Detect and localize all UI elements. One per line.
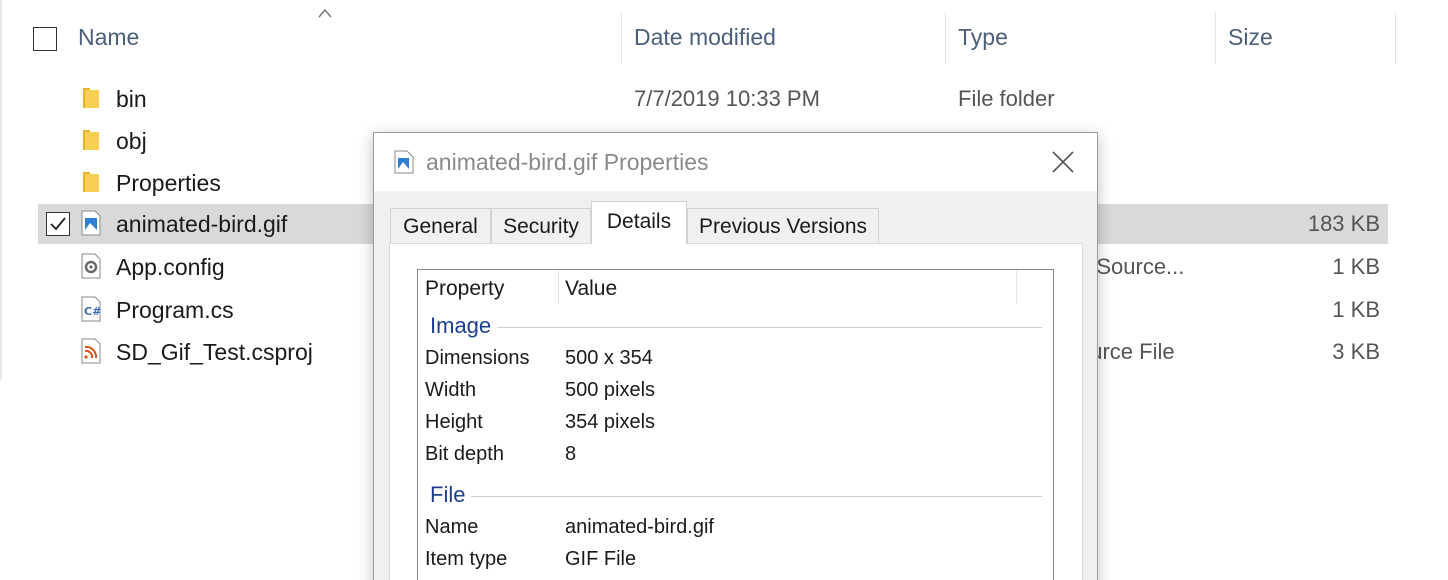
column-header-type[interactable]: Type [958, 24, 1008, 51]
properties-list[interactable]: Property Value Image Dimensions 500 x 35… [417, 269, 1054, 580]
column-divider[interactable] [621, 12, 622, 64]
property-row[interactable]: Dimensions 500 x 354 [418, 345, 1053, 375]
tab-details[interactable]: Details [591, 201, 687, 244]
checkmark-icon [50, 217, 66, 231]
file-name: bin [116, 86, 147, 112]
image-file-icon [81, 210, 101, 236]
file-name: Properties [116, 170, 221, 196]
file-name: Program.cs [116, 297, 234, 323]
svg-text:C#: C# [84, 305, 101, 318]
property-value: 500 pixels [565, 379, 656, 401]
group-divider [430, 496, 1042, 497]
file-row[interactable]: bin 7/7/2019 10:33 PM File folder [38, 79, 1388, 119]
column-divider[interactable] [558, 270, 559, 304]
column-header-size[interactable]: Size [1228, 24, 1273, 51]
image-file-icon [394, 150, 414, 174]
column-header-date-modified[interactable]: Date modified [634, 24, 776, 51]
pane-divider [0, 0, 2, 380]
property-row[interactable]: Height 354 pixels [418, 409, 1053, 439]
property-name: Item type [425, 548, 508, 570]
list-header: Property Value [418, 270, 1053, 306]
folder-icon [83, 88, 99, 108]
close-icon [1052, 151, 1074, 173]
group-divider [430, 327, 1042, 328]
sort-ascending-icon [318, 8, 332, 18]
close-button[interactable] [1042, 145, 1084, 179]
property-row[interactable]: Width 500 pixels [418, 377, 1053, 407]
property-value: 8 [565, 443, 577, 465]
file-size: 1 KB [1332, 297, 1380, 322]
file-type: File folder [958, 86, 1055, 111]
dialog-titlebar[interactable]: animated-bird.gif Properties [374, 133, 1097, 191]
property-name: Height [425, 411, 483, 433]
property-value: 500 x 354 [565, 347, 653, 369]
folder-icon [83, 130, 99, 150]
column-divider[interactable] [1215, 12, 1216, 64]
row-checkbox[interactable] [46, 212, 70, 236]
dialog-title: animated-bird.gif Properties [426, 149, 709, 175]
property-value: animated-bird.gif [565, 516, 714, 538]
csharp-file-icon: C# [81, 296, 101, 322]
column-divider[interactable] [1016, 270, 1017, 304]
property-row[interactable]: Name animated-bird.gif [418, 514, 1053, 544]
group-title: File [430, 482, 472, 508]
column-header-name[interactable]: Name [78, 24, 139, 51]
file-name: App.config [116, 254, 225, 280]
column-divider[interactable] [1395, 12, 1396, 64]
group-header-image[interactable]: Image [430, 313, 1042, 339]
property-value: GIF File [565, 548, 637, 570]
property-value: 354 pixels [565, 411, 656, 433]
file-name: obj [116, 128, 147, 154]
config-file-icon [81, 253, 101, 279]
column-header-value[interactable]: Value [565, 277, 617, 301]
group-header-file[interactable]: File [430, 482, 1042, 508]
details-panel: Property Value Image Dimensions 500 x 35… [389, 243, 1083, 580]
property-name: Bit depth [425, 443, 504, 465]
project-file-icon [81, 338, 101, 364]
tab-general[interactable]: General [390, 208, 491, 243]
tab-security[interactable]: Security [491, 208, 591, 243]
folder-icon [83, 172, 99, 192]
file-size: 1 KB [1332, 254, 1380, 279]
column-divider[interactable] [945, 12, 946, 64]
property-name: Name [425, 516, 479, 538]
file-name: SD_Gif_Test.csproj [116, 339, 313, 365]
property-name: Width [425, 379, 477, 401]
property-row[interactable]: Bit depth 8 [418, 441, 1053, 471]
properties-dialog: animated-bird.gif Properties General Sec… [373, 132, 1098, 580]
file-name: animated-bird.gif [116, 211, 288, 237]
property-name: Dimensions [425, 347, 530, 369]
group-title: Image [430, 313, 498, 339]
property-row[interactable]: Item type GIF File [418, 546, 1053, 576]
select-all-checkbox[interactable] [33, 27, 57, 51]
column-header-property[interactable]: Property [425, 277, 504, 301]
tab-previous-versions[interactable]: Previous Versions [687, 208, 879, 243]
file-date-modified: 7/7/2019 10:33 PM [634, 86, 820, 111]
file-size: 183 KB [1307, 211, 1380, 236]
file-size: 3 KB [1332, 339, 1380, 364]
